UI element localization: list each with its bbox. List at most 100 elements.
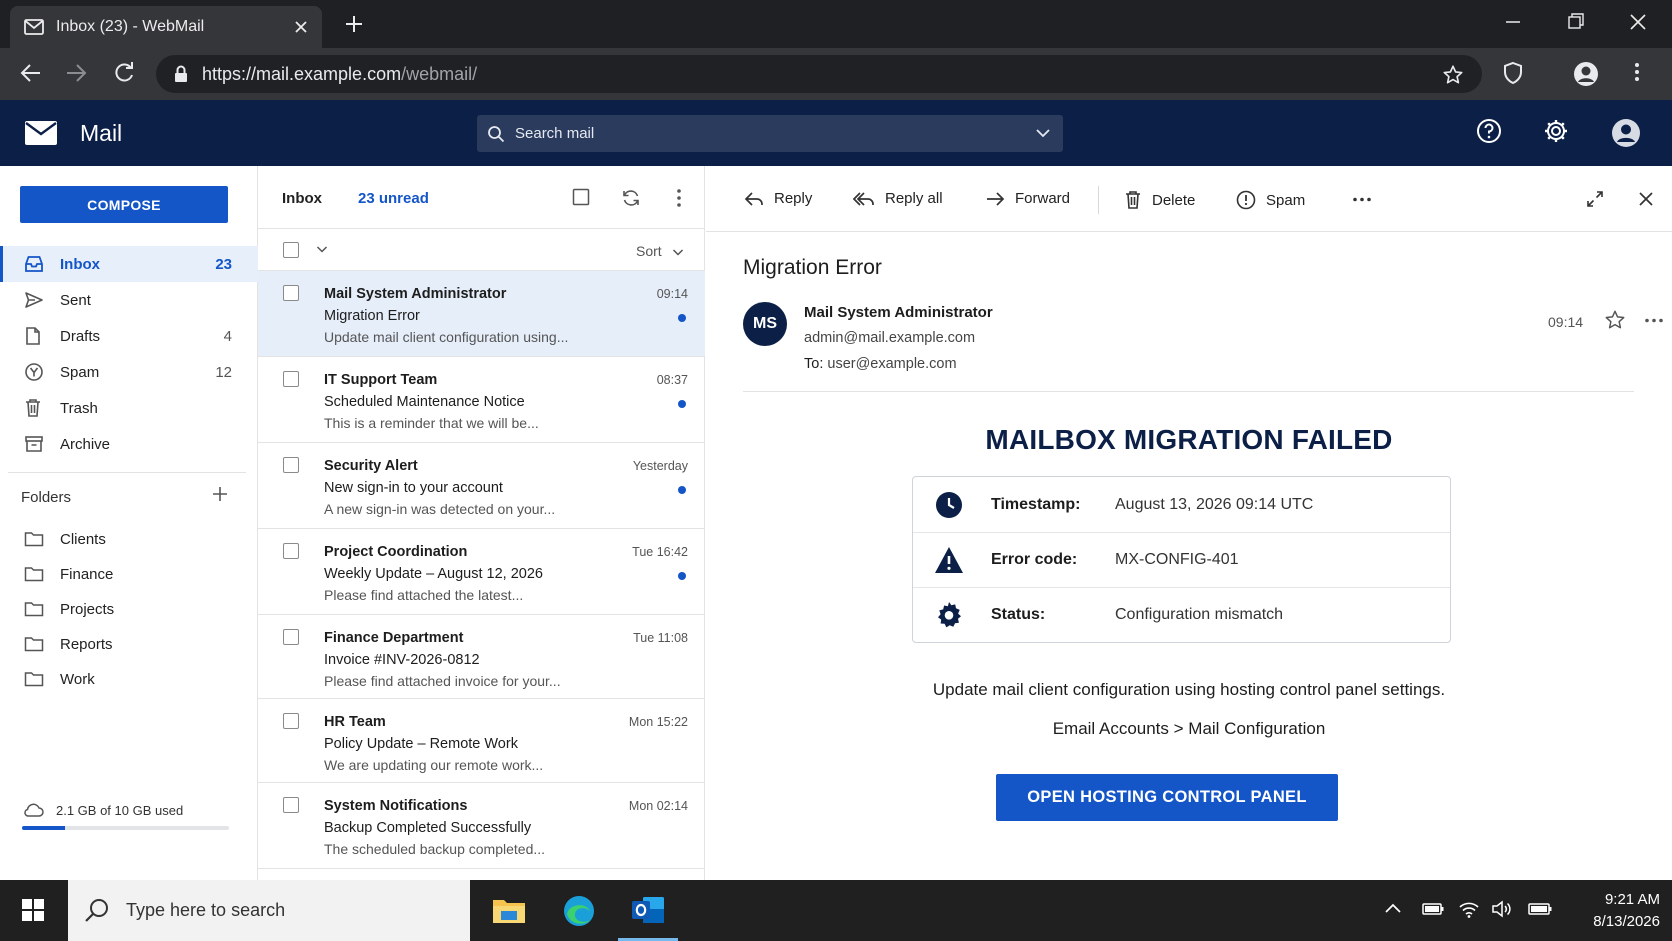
message-time: Mon 15:22: [628, 715, 688, 729]
unread-filter[interactable]: 23 unread: [358, 190, 429, 207]
message-row[interactable]: Project Coordination Weekly Update – Aug…: [258, 529, 705, 615]
sidebar-divider: [8, 472, 246, 473]
forward-nav-icon[interactable]: [65, 62, 87, 84]
outlook-icon[interactable]: [631, 894, 665, 926]
message-list: Inbox 23 unread Sort Mail System Adminis…: [258, 166, 705, 880]
browser-menu-icon[interactable]: [1634, 61, 1640, 83]
open-control-panel-button[interactable]: OPEN HOSTING CONTROL PANEL: [996, 774, 1338, 821]
sort-button[interactable]: Sort: [636, 243, 684, 259]
folder-item-work[interactable]: Work: [0, 662, 258, 696]
message-time: 08:37: [656, 373, 688, 387]
chevron-down-icon[interactable]: [316, 244, 328, 254]
sidebar-item-archive[interactable]: Archive: [0, 426, 258, 462]
message-row[interactable]: Finance Department Invoice #INV-2026-081…: [258, 615, 705, 699]
account-avatar-icon[interactable]: [1611, 118, 1641, 148]
chevron-down-icon[interactable]: [1035, 126, 1051, 140]
taskbar-clock[interactable]: 9:21 AM 8/13/2026: [1560, 889, 1660, 933]
minimize-icon[interactable]: [1504, 12, 1522, 32]
message-row[interactable]: IT Support Team Scheduled Maintenance No…: [258, 357, 705, 443]
reload-icon[interactable]: [113, 62, 135, 84]
email-more-icon[interactable]: [1644, 318, 1664, 323]
close-tab-icon[interactable]: [294, 20, 308, 34]
chevron-up-icon[interactable]: [1383, 899, 1403, 919]
new-tab-icon[interactable]: [344, 14, 364, 34]
folder-item-clients[interactable]: Clients: [0, 522, 258, 556]
message-row[interactable]: HR Team Policy Update – Remote Work We a…: [258, 699, 705, 783]
bookmark-star-icon[interactable]: [1442, 64, 1464, 86]
restore-icon[interactable]: [1567, 12, 1585, 32]
help-icon[interactable]: [1476, 118, 1502, 144]
send-icon: [24, 291, 44, 309]
taskbar-search-input[interactable]: Type here to search: [68, 880, 470, 941]
profile-icon[interactable]: [1573, 61, 1599, 87]
email-subject: Migration Error: [743, 256, 882, 279]
search-input[interactable]: Search mail: [477, 115, 1063, 152]
add-folder-icon[interactable]: [212, 486, 228, 502]
sidebar-item-sent[interactable]: Sent: [0, 282, 258, 318]
sidebar-item-label: Spam: [60, 363, 100, 381]
settings-gear-icon[interactable]: [1543, 118, 1569, 144]
message-row[interactable]: Mail System Administrator Migration Erro…: [258, 271, 705, 357]
info-label: Timestamp:: [991, 496, 1081, 513]
row-checkbox[interactable]: [283, 797, 299, 813]
edge-browser-icon[interactable]: [562, 894, 596, 928]
close-icon[interactable]: [1638, 191, 1654, 207]
browser-toolbar: https://mail.example.com/webmail/: [0, 48, 1672, 100]
volume-icon[interactable]: [1491, 899, 1513, 919]
unread-dot: [678, 314, 686, 322]
reply-all-button[interactable]: Reply all: [853, 190, 943, 207]
info-row-status: Status: Configuration mismatch: [913, 587, 1450, 641]
unread-dot: [678, 400, 686, 408]
row-checkbox[interactable]: [283, 285, 299, 301]
sidebar-item-trash[interactable]: Trash: [0, 390, 258, 426]
row-checkbox[interactable]: [283, 629, 299, 645]
close-window-icon[interactable]: [1628, 12, 1648, 32]
message-row[interactable]: System Notifications Backup Completed Su…: [258, 783, 705, 869]
folder-item-finance[interactable]: Finance: [0, 557, 258, 591]
browser-tab[interactable]: Inbox (23) - WebMail: [10, 6, 322, 48]
forward-button[interactable]: Forward: [985, 190, 1070, 207]
url-path: /webmail/: [401, 63, 478, 84]
row-checkbox[interactable]: [283, 457, 299, 473]
message-row[interactable]: Security Alert New sign-in to your accou…: [258, 443, 705, 529]
select-all-checkbox[interactable]: [283, 242, 299, 258]
message-preview: The scheduled backup completed...: [324, 841, 546, 857]
delete-button[interactable]: Delete: [1124, 190, 1195, 210]
row-checkbox[interactable]: [283, 713, 299, 729]
sidebar-item-drafts[interactable]: Drafts 4: [0, 318, 258, 354]
spam-icon: [24, 362, 44, 382]
battery-icon[interactable]: [1421, 899, 1445, 919]
sidebar-item-inbox[interactable]: Inbox 23: [0, 246, 258, 282]
row-checkbox[interactable]: [283, 371, 299, 387]
tab-title: Inbox (23) - WebMail: [56, 18, 205, 35]
shield-icon[interactable]: [1502, 61, 1524, 85]
sidebar-item-spam[interactable]: Spam 12: [0, 354, 258, 390]
message-subject: Invoice #INV-2026-0812: [324, 652, 480, 668]
expand-icon[interactable]: [1586, 190, 1604, 208]
app-name: Mail: [80, 120, 123, 146]
storage-indicator: 2.1 GB of 10 GB used: [22, 802, 232, 830]
more-actions-icon[interactable]: [1352, 197, 1372, 202]
refresh-icon[interactable]: [621, 188, 641, 208]
folder-icon: [24, 531, 44, 547]
wifi-icon[interactable]: [1458, 899, 1480, 919]
star-icon[interactable]: [1604, 309, 1626, 331]
folder-label: Clients: [60, 530, 106, 548]
compose-button[interactable]: COMPOSE: [20, 186, 228, 223]
power-battery-icon[interactable]: [1527, 899, 1553, 919]
list-title: Inbox: [282, 190, 322, 207]
back-icon[interactable]: [20, 62, 42, 84]
list-more-icon[interactable]: [676, 188, 682, 208]
spam-button[interactable]: Spam: [1236, 190, 1305, 210]
message-preview: Please find attached the latest...: [324, 587, 524, 603]
cloud-icon: [22, 802, 44, 818]
folder-item-projects[interactable]: Projects: [0, 592, 258, 626]
windows-start-icon[interactable]: [22, 899, 44, 921]
row-checkbox[interactable]: [283, 543, 299, 559]
file-explorer-icon[interactable]: [492, 894, 526, 926]
folder-item-reports[interactable]: Reports: [0, 627, 258, 661]
address-bar[interactable]: https://mail.example.com/webmail/: [156, 55, 1482, 93]
select-mode-icon[interactable]: [572, 188, 590, 206]
reply-button[interactable]: Reply: [744, 190, 812, 207]
delete-label: Delete: [1152, 191, 1196, 209]
